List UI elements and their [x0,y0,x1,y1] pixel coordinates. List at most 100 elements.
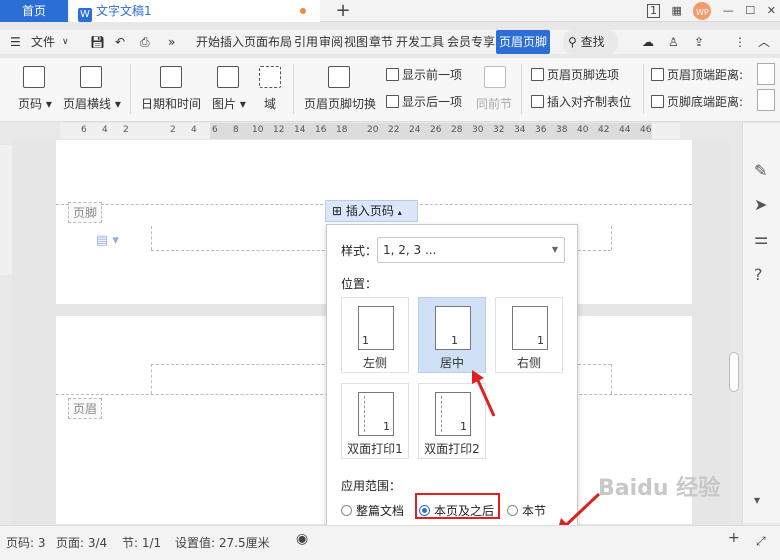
vertical-ruler[interactable] [0,145,12,275]
show-next-button[interactable]: 显示后一项 [386,93,462,110]
header-line-button[interactable]: 页眉横线 ▾ [63,95,121,112]
options-icon [531,68,544,81]
page-preview: 1 [435,392,471,436]
page-options-icon[interactable]: ▤ ▾ [96,233,119,248]
hamburger-icon[interactable]: ☰ [10,30,21,54]
red-arrow-icon [472,370,496,417]
same-as-prev-icon [484,66,506,88]
right-toolbar: ✎ ➤ ⚌ ? ▾ [742,123,780,523]
tab-home[interactable]: 首页 [0,0,68,22]
picture-button[interactable]: 图片 ▾ [212,95,246,112]
menu-section[interactable]: 章节 [369,30,393,54]
zoom-in-icon[interactable]: + [728,530,740,546]
minimize-button[interactable]: — [723,0,734,22]
grid-icon[interactable]: ▦ [672,0,682,22]
maximize-button[interactable]: ☐ [745,0,755,22]
insert-page-number-button[interactable]: ⊞ 插入页码 ▴ [325,200,418,222]
field-button[interactable]: 域 [264,95,276,112]
calendar-icon [160,66,182,88]
avatar[interactable]: WP [693,2,712,20]
header-footer-switch-button[interactable]: 页眉页脚切换 [304,95,376,112]
status-setting[interactable]: 设置值: 27.5厘米 [175,534,270,551]
tab-header-footer[interactable]: 页眉页脚 [496,30,551,54]
page-number-icon [23,66,45,88]
adjust-icon[interactable]: ⚌ [754,229,768,248]
menu-file[interactable]: 文件 [31,30,55,54]
date-time-button[interactable]: 日期和时间 [141,95,201,112]
preview-number: 1 [537,334,544,347]
cloud-icon[interactable]: ☁ [642,30,654,54]
window-count-icon[interactable]: 1 [647,4,660,18]
eye-icon[interactable]: ◉ [296,531,308,547]
page-number-icon: ⊞ [332,204,343,218]
scrollbar[interactable] [729,352,739,392]
header-footer-options-button[interactable]: 页眉页脚选项 [531,66,619,83]
ruler-tick: 28 [451,125,463,135]
user-icon[interactable]: ♙ [668,30,679,54]
position-right-option[interactable]: 1 右侧 [495,297,563,373]
scope-this-section-radio[interactable]: 本节 [507,502,546,519]
style-select-value: 1, 2, 3 ... [383,243,437,257]
ruler-tick: 44 [619,125,631,135]
option-label: 右侧 [516,356,541,370]
share-icon[interactable]: ⇪ [694,30,704,54]
footer-bottom-distance-input[interactable] [757,89,775,111]
same-as-prev-button[interactable]: 同前节 [476,95,512,112]
menu-start[interactable]: 开始 [196,30,220,54]
search-icon: ⚲ [568,35,577,49]
binding-line [441,396,442,432]
page-number-button[interactable]: 页码 ▾ [18,95,52,112]
insert-page-number-label: 插入页码 [345,204,394,218]
align-tab-icon [531,95,544,108]
menu-member[interactable]: 会员专享 [447,30,495,54]
highlight-box [415,493,500,519]
status-page[interactable]: 页码: 3 [6,534,46,551]
status-pages[interactable]: 页面: 3/4 [56,534,107,551]
position-center-option[interactable]: 1 居中 [418,297,486,373]
cursor-icon[interactable]: ➤ [754,195,767,214]
chevron-down-icon[interactable]: ∨ [62,30,69,54]
horizontal-ruler[interactable]: 6 4 2 2 4 6 8 10 12 14 16 18 20 22 24 26… [60,123,680,139]
menu-view[interactable]: 视图 [344,30,368,54]
fullscreen-icon[interactable]: ⤢ [756,534,766,549]
show-prev-button[interactable]: 显示前一项 [386,66,462,83]
preview-number: 1 [383,420,390,433]
style-label: 样式： [341,244,378,258]
menu-insert[interactable]: 插入 [220,30,244,54]
option-label: 双面打印1 [347,442,403,456]
page-preview: 1 [358,306,394,350]
position-duplex1-option[interactable]: 1 双面打印1 [341,383,409,459]
more-icon[interactable]: » [168,30,175,54]
position-left-option[interactable]: 1 左侧 [341,297,409,373]
scroll-down-icon[interactable]: ▾ [754,493,760,507]
print-icon[interactable]: ⎙ [140,30,150,54]
ruler-tick: 38 [556,125,568,135]
header-label: 页眉 [68,398,103,419]
close-button[interactable]: ✕ [767,0,776,22]
picture-icon [217,66,239,88]
more-vertical-icon[interactable]: ⋮ [734,30,746,54]
save-icon[interactable]: 💾︎ [90,30,105,54]
menu-layout[interactable]: 页面布局 [244,30,292,54]
chevron-down-icon: ▼ [551,245,558,254]
pen-icon[interactable]: ✎ [754,161,767,180]
new-tab-button[interactable]: + [332,0,354,22]
switch-icon [328,66,350,88]
help-icon[interactable]: ? [754,265,763,284]
insert-align-tab-button[interactable]: 插入对齐制表位 [531,93,631,110]
status-section[interactable]: 节: 1/1 [122,534,161,551]
header-top-distance-input[interactable] [757,63,775,85]
tab-document[interactable]: W 文字文稿1 [70,0,320,22]
collapse-icon[interactable]: ︿ [758,30,770,54]
menu-bar: ☰ 文件 ∨ 💾︎ ↶ ⎙ » 开始 插入 页面布局 引用 审阅 视图 章节 开… [0,30,780,54]
search-label: 查找 [580,35,605,49]
ruler-tick: 40 [577,125,589,135]
menu-review[interactable]: 审阅 [319,30,343,54]
style-select[interactable]: 1, 2, 3 ... ▼ [377,237,565,263]
menu-devtools[interactable]: 开发工具 [396,30,444,54]
scope-whole-doc-radio[interactable]: 整篇文档 [341,502,404,519]
radio-label: 本节 [522,504,547,518]
search-box[interactable]: ⚲ 查找 [563,30,618,54]
undo-icon[interactable]: ↶ [115,30,125,54]
menu-reference[interactable]: 引用 [294,30,318,54]
